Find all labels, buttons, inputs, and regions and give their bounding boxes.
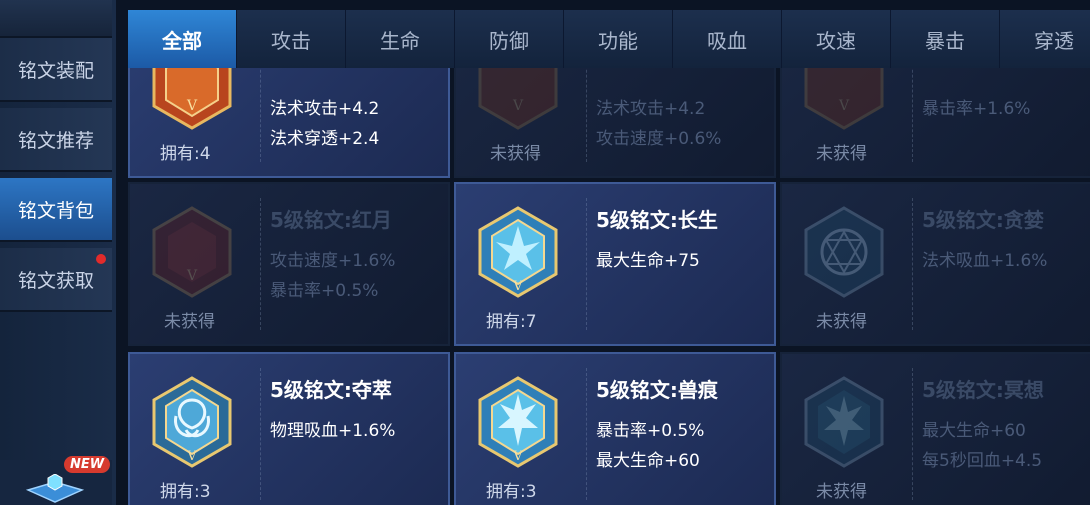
rune-card[interactable]: V 5级铭文:兽痕 暴击率+0.5% 最大生命+60 拥有:3 [454,352,776,505]
owned-count: 拥有:7 [486,312,537,332]
tab-all[interactable]: 全部 [128,10,237,68]
rune-name: 5级铭文:长生 [596,208,718,232]
rune-stat: 每5秒回血+4.5 [922,451,1043,471]
owned-count: 拥有:4 [160,144,211,164]
rune-stat: 最大生命+60 [596,451,700,471]
rune-stat: 物理吸血+1.6% [270,421,396,441]
card-divider [912,68,913,162]
rune-card[interactable]: V 暴击率+1.6% 未获得 [780,68,1090,178]
svg-text:V: V [186,98,198,114]
card-divider [260,68,261,162]
not-obtained-label: 未获得 [816,482,867,502]
rune-stat: 法术穿透+2.4 [270,129,380,149]
rune-name: 5级铭文:兽痕 [596,378,718,402]
rune-gem-icon: V [152,376,232,468]
svg-text:V: V [512,98,524,114]
category-tabs: 全部 攻击 生命 防御 功能 吸血 攻速 暴击 穿透 [128,10,1090,68]
rune-stat: 法术攻击+4.2 [270,99,380,119]
rune-stat: 攻击速度+1.6% [270,251,396,271]
tab-attack-speed[interactable]: 攻速 [782,10,891,68]
owned-count: 拥有:3 [160,482,211,502]
rune-card[interactable]: V 5级铭文:长生 最大生命+75 拥有:7 [454,182,776,346]
sidebar-item-label: 铭文装配 [17,59,94,82]
rune-card[interactable]: 5级铭文:冥想 最大生命+60 每5秒回血+4.5 未获得 [780,352,1090,505]
svg-text:V: V [838,98,850,114]
rune-stat: 法术攻击+4.2 [596,99,706,119]
rune-name: 5级铭文:红月 [270,208,392,232]
rune-gem-icon: V [478,68,558,130]
tab-utility[interactable]: 功能 [564,10,673,68]
notification-dot [96,254,106,264]
rune-stat: 最大生命+75 [596,251,700,271]
rune-card[interactable]: V 5级铭文:红月 攻击速度+1.6% 暴击率+0.5% 未获得 [128,182,450,346]
rune-gem-icon [804,206,884,298]
tab-critical[interactable]: 暴击 [891,10,1000,68]
not-obtained-label: 未获得 [816,144,867,164]
rune-stat: 攻击速度+0.6% [596,129,722,149]
card-divider [260,368,261,500]
sidebar-item-label: 铭文获取 [17,269,94,292]
sidebar-item-label: 铭文推荐 [17,129,94,152]
rune-gem-icon: V [478,376,558,468]
rune-stat: 暴击率+0.5% [270,281,379,301]
sidebar-item-rune-recommend[interactable]: 铭文推荐 [0,108,112,172]
rune-stat: 最大生命+60 [922,421,1026,441]
rune-name: 5级铭文:冥想 [922,378,1044,402]
svg-text:V: V [512,279,523,294]
not-obtained-label: 未获得 [164,312,215,332]
tab-health[interactable]: 生命 [346,10,455,68]
rune-stat: 暴击率+1.6% [922,99,1031,119]
rune-card[interactable]: V 5级铭文:夺萃 物理吸血+1.6% 拥有:3 [128,352,450,505]
rune-card[interactable]: V 法术攻击+4.2 法术穿透+2.4 拥有:4 [128,68,450,178]
rune-grid: V 法术攻击+4.2 法术穿透+2.4 拥有:4 V 法术攻击+4.2 攻击速度… [128,68,1090,505]
svg-text:V: V [186,268,198,284]
rune-card[interactable]: 5级铭文:贪婪 法术吸血+1.6% 未获得 [780,182,1090,346]
rune-name: 5级铭文:夺萃 [270,378,392,402]
rune-gem-icon: V [478,206,558,298]
svg-text:V: V [186,449,197,464]
rune-gem-icon [804,376,884,468]
rune-stat: 暴击率+0.5% [596,421,705,441]
not-obtained-label: 未获得 [816,312,867,332]
rune-gem-icon: V [804,68,884,130]
sidebar-item-rune-obtain[interactable]: 铭文获取 [0,248,112,312]
tab-defense[interactable]: 防御 [455,10,564,68]
sidebar-item-rune-bag[interactable]: 铭文背包 [0,178,112,242]
rune-stat: 法术吸血+1.6% [922,251,1048,271]
owned-count: 拥有:3 [486,482,537,502]
not-obtained-label: 未获得 [490,144,541,164]
tab-penetration[interactable]: 穿透 [1000,10,1090,68]
book-icon[interactable] [26,474,84,504]
rune-name: 5级铭文:贪婪 [922,208,1044,232]
rune-gem-icon: V [152,68,232,130]
card-divider [912,198,913,330]
card-divider [586,368,587,500]
sidebar-top-frame [0,0,112,38]
new-badge: NEW [64,456,111,473]
card-divider [912,368,913,500]
sidebar-item-rune-equip[interactable]: 铭文装配 [0,38,112,102]
card-divider [260,198,261,330]
svg-text:V: V [512,449,523,464]
rune-gem-icon: V [152,206,232,298]
tab-lifesteal[interactable]: 吸血 [673,10,782,68]
card-divider [586,68,587,162]
rune-card[interactable]: V 法术攻击+4.2 攻击速度+0.6% 未获得 [454,68,776,178]
sidebar: 铭文装配 铭文推荐 铭文背包 铭文获取 NEW [0,0,116,505]
sidebar-item-label: 铭文背包 [17,199,94,222]
tab-attack[interactable]: 攻击 [237,10,346,68]
card-divider [586,198,587,330]
